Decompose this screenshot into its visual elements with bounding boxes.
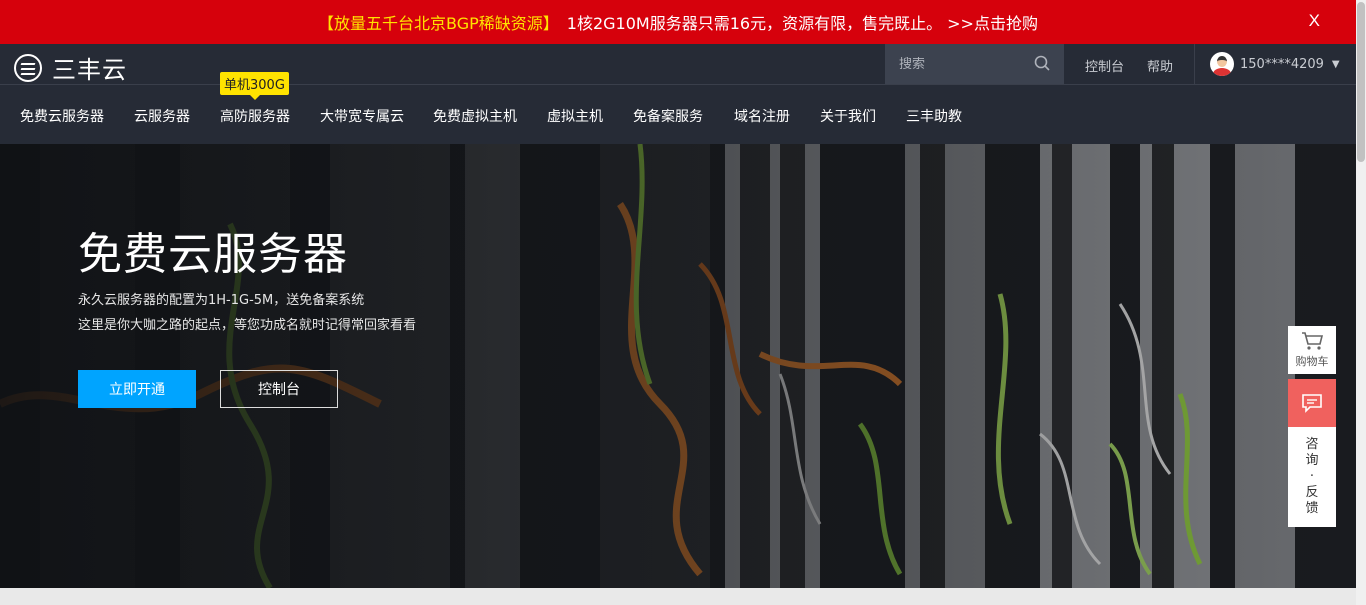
user-menu[interactable]: 150****4209 ▼ bbox=[1210, 52, 1340, 76]
promo-highlight[interactable]: 【放量五千台北京BGP稀缺资源】 bbox=[318, 10, 559, 34]
help-link[interactable]: 帮助 bbox=[1147, 56, 1173, 75]
scrollbar-thumb[interactable] bbox=[1357, 2, 1365, 162]
promo-close-button[interactable]: X bbox=[1309, 11, 1320, 31]
user-phone: 150****4209 bbox=[1240, 56, 1324, 72]
nav-item-no-filing-service[interactable]: 免备案服务 bbox=[633, 106, 703, 126]
top-header: 三丰云 控制台 帮助 150****4209 ▼ bbox=[0, 44, 1356, 85]
feedback-char: · bbox=[1309, 469, 1315, 484]
nav-item-domain-registration[interactable]: 域名注册 bbox=[734, 106, 790, 126]
server-rack-image bbox=[0, 144, 1356, 588]
hero-banner: 免费云服务器 永久云服务器的配置为1H-1G-5M，送免备案系统 这里是你大咖之… bbox=[0, 144, 1356, 588]
nav-item-ddos-server[interactable]: 高防服务器 bbox=[220, 106, 290, 126]
logo-icon bbox=[14, 53, 42, 82]
nav-item-virtual-host[interactable]: 虚拟主机 bbox=[547, 106, 603, 126]
nav-item-assistant[interactable]: 三丰助教 bbox=[906, 106, 962, 126]
nav-item-bandwidth-cloud[interactable]: 大带宽专属云 bbox=[320, 106, 404, 126]
nav-item-free-virtual-host[interactable]: 免费虚拟主机 bbox=[433, 106, 517, 126]
chat-icon bbox=[1302, 394, 1322, 413]
feedback-char: 询 bbox=[1305, 453, 1319, 468]
nav-item-cloud-server[interactable]: 云服务器 bbox=[134, 106, 190, 126]
hero-title: 免费云服务器 bbox=[78, 229, 348, 280]
vertical-scrollbar[interactable] bbox=[1356, 0, 1366, 605]
feedback-float-button[interactable]: 咨 询 · 反 馈 bbox=[1288, 427, 1336, 527]
logo[interactable]: 三丰云 bbox=[14, 50, 127, 85]
search-input[interactable] bbox=[899, 56, 1029, 72]
search-icon[interactable] bbox=[1034, 55, 1050, 71]
avatar bbox=[1210, 52, 1234, 76]
nav-badge: 单机300G bbox=[220, 72, 289, 100]
feedback-char: 馈 bbox=[1305, 501, 1319, 516]
console-button[interactable]: 控制台 bbox=[220, 370, 338, 408]
feedback-char: 咨 bbox=[1305, 437, 1319, 452]
main-nav: 免费云服务器 云服务器 高防服务器 大带宽专属云 免费虚拟主机 虚拟主机 免备案… bbox=[0, 85, 1356, 144]
logo-text: 三丰云 bbox=[52, 56, 127, 84]
console-link[interactable]: 控制台 bbox=[1085, 56, 1124, 75]
cart-icon bbox=[1302, 332, 1324, 350]
header-divider bbox=[1194, 44, 1195, 84]
cart-label: 购物车 bbox=[1295, 355, 1329, 368]
search-box[interactable] bbox=[885, 44, 1064, 84]
nav-item-free-cloud-server[interactable]: 免费云服务器 bbox=[20, 106, 104, 126]
promo-banner[interactable]: 【放量五千台北京BGP稀缺资源】 1核2G10M服务器只需16元，资源有限，售完… bbox=[0, 0, 1356, 44]
feedback-char: 反 bbox=[1305, 485, 1319, 500]
chevron-down-icon: ▼ bbox=[1331, 58, 1340, 70]
hero-description-line-1: 永久云服务器的配置为1H-1G-5M，送免备案系统 bbox=[78, 293, 365, 308]
open-now-button[interactable]: 立即开通 bbox=[78, 370, 196, 408]
nav-item-about-us[interactable]: 关于我们 bbox=[820, 106, 876, 126]
chat-float-button[interactable] bbox=[1288, 379, 1336, 427]
promo-text[interactable]: 1核2G10M服务器只需16元，资源有限，售完既止。 >>点击抢购 bbox=[567, 10, 1038, 34]
hero-description-line-2: 这里是你大咖之路的起点，等您功成名就时记得常回家看看 bbox=[78, 318, 417, 333]
cart-float-button[interactable]: 购物车 bbox=[1288, 326, 1336, 374]
